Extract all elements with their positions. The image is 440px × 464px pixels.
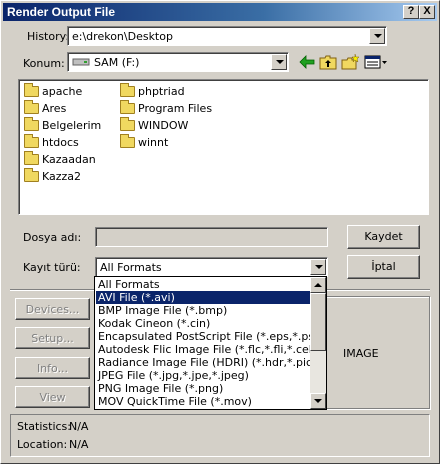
folder-name: Kazaadan	[42, 153, 96, 166]
history-combo[interactable]: e:\drekon\Desktop	[67, 26, 387, 46]
dropdown-option[interactable]: Kodak Cineon (*.cin)	[96, 317, 311, 330]
folder-icon	[120, 83, 135, 97]
new-folder-icon[interactable]	[340, 53, 360, 71]
close-button[interactable]: X	[419, 5, 435, 19]
folder-icon	[24, 83, 39, 97]
location-dropdown-button[interactable]	[271, 54, 287, 70]
folder-icon	[120, 134, 135, 148]
dropdown-option[interactable]: Radiance Image File (HDRI) (*.hdr,*.pic)	[96, 356, 311, 369]
history-label: History:	[27, 30, 70, 43]
chevron-down-icon	[314, 399, 322, 403]
location-value: SAM (F:)	[94, 56, 140, 69]
file-list[interactable]: apache Ares Belgelerim htdocs Kazaadan K…	[18, 79, 429, 215]
chevron-down-icon	[374, 34, 382, 38]
filetype-combo[interactable]: All Formats	[95, 257, 328, 277]
folder-name: phptriad	[138, 85, 185, 98]
filename-input[interactable]	[95, 227, 328, 247]
folder-name: Ares	[42, 102, 67, 115]
folder-icon	[24, 117, 39, 131]
filetype-dropdown-list[interactable]: All Formats AVI File (*.avi) BMP Image F…	[94, 276, 327, 410]
view-button-label: View	[39, 391, 66, 404]
back-icon[interactable]	[297, 53, 317, 71]
devices-button[interactable]: Devices...	[15, 298, 90, 320]
statistics-value: N/A	[69, 420, 89, 433]
statistics-label: Statistics:	[17, 420, 71, 433]
setup-button[interactable]: Setup...	[15, 327, 90, 349]
info-button[interactable]: Info...	[15, 357, 90, 379]
scroll-down-button[interactable]	[310, 393, 326, 409]
folder-name: apache	[42, 85, 83, 98]
dropdown-option[interactable]: Autodesk Flic Image File (*.flc,*.fli,*.…	[96, 343, 311, 356]
dropdown-option[interactable]: BMP Image File (*.bmp)	[96, 304, 311, 317]
dropdown-option[interactable]: PNG Image File (*.png)	[96, 382, 311, 395]
dropdown-option[interactable]: JPEG File (*.jpg,*.jpe,*.jpeg)	[96, 369, 311, 382]
scroll-up-button[interactable]	[310, 277, 326, 293]
up-folder-icon[interactable]	[318, 53, 338, 71]
location-status-label: Location:	[17, 438, 68, 451]
location-status-value: N/A	[69, 438, 89, 451]
setup-button-label: Setup...	[31, 332, 74, 345]
folder-name: htdocs	[42, 136, 79, 149]
folder-icon	[24, 134, 39, 148]
filetype-value: All Formats	[100, 261, 162, 274]
folder-icon	[120, 117, 135, 131]
dropdown-option-selected[interactable]: AVI File (*.avi)	[96, 291, 311, 304]
folder-name: Program Files	[138, 102, 213, 115]
filename-label: Dosya adı:	[23, 231, 82, 244]
location-label: Konum:	[23, 57, 65, 70]
folder-name: winnt	[138, 136, 169, 149]
dropdown-scrollbar[interactable]	[310, 277, 326, 409]
drive-icon	[72, 58, 90, 66]
history-dropdown-button[interactable]	[369, 28, 385, 44]
folder-name: Belgelerim	[42, 119, 102, 132]
render-output-dialog: Render Output File ? X History: e:\dreko…	[0, 0, 440, 464]
view-menu-icon[interactable]	[363, 53, 389, 71]
folder-icon	[120, 100, 135, 114]
filetype-dropdown-button[interactable]	[310, 259, 326, 275]
devices-button-label: Devices...	[25, 303, 80, 316]
help-button[interactable]: ?	[403, 5, 419, 19]
title-bar[interactable]: Render Output File ? X	[3, 3, 437, 21]
dropdown-option[interactable]: MOV QuickTime File (*.mov)	[96, 395, 311, 408]
history-value: e:\drekon\Desktop	[72, 30, 173, 43]
filetype-label: Kayıt türü:	[23, 261, 81, 274]
folder-name: Kazza2	[42, 170, 82, 183]
chevron-down-icon	[315, 265, 323, 269]
dropdown-option[interactable]: All Formats	[96, 278, 311, 291]
chevron-up-icon	[314, 283, 322, 287]
save-button-label: Kaydet	[364, 230, 403, 243]
folder-name: WINDOW	[138, 119, 189, 132]
cancel-button-label: İptal	[371, 260, 396, 273]
window-title: Render Output File	[7, 5, 115, 19]
status-panel: Statistics: N/A Location: N/A	[10, 414, 430, 457]
folder-icon	[24, 168, 39, 182]
save-button[interactable]: Kaydet	[347, 225, 420, 249]
folder-icon	[24, 151, 39, 165]
chevron-down-icon	[276, 60, 284, 64]
preview-image-text: IMAGE	[343, 347, 379, 360]
folder-icon	[24, 100, 39, 114]
dropdown-option[interactable]: Encapsulated PostScript File (*.eps,*.ps…	[96, 330, 311, 343]
view-button[interactable]: View	[15, 386, 90, 408]
location-combo[interactable]: SAM (F:)	[67, 52, 289, 72]
info-button-label: Info...	[36, 362, 69, 375]
scroll-thumb[interactable]	[310, 293, 326, 351]
cancel-button[interactable]: İptal	[347, 255, 420, 279]
